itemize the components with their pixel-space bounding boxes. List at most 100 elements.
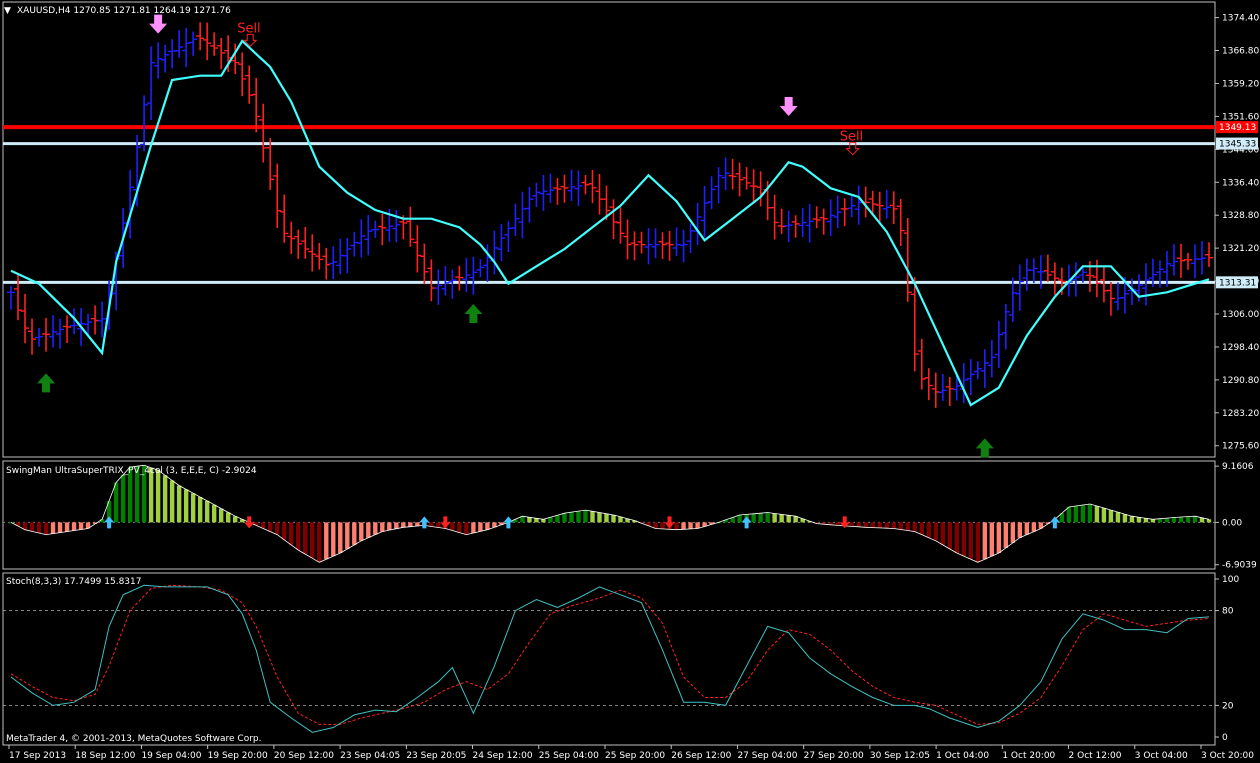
time-axis: 17 Sep 2013 18 Sep 12:00 19 Sep 04:00 19 Se… bbox=[8, 745, 1254, 761]
time-tick-label: 30 Sep 12:05 bbox=[870, 751, 930, 761]
time-tick-label: 26 Sep 12:00 bbox=[671, 751, 731, 761]
trix-bar bbox=[211, 504, 217, 523]
time-tick-label: 23 Sep 04:05 bbox=[340, 751, 400, 761]
stoch-indicator-title: Stoch(8,3,3) 17.7499 15.8317 bbox=[6, 577, 141, 587]
time-tick-label: 23 Sep 20:05 bbox=[406, 751, 466, 761]
trix-bar bbox=[408, 522, 413, 527]
trix-bar bbox=[478, 522, 483, 532]
trix-bar bbox=[1129, 516, 1135, 523]
trix-bar bbox=[29, 522, 35, 532]
trix-bar bbox=[604, 513, 609, 523]
trix-bar bbox=[120, 474, 126, 523]
time-tick-label: 3 Oct 20:00 bbox=[1201, 751, 1254, 761]
copyright-footer: MetaTrader 4, © 2001-2013, MetaQuotes So… bbox=[6, 734, 262, 744]
trix-bar bbox=[64, 522, 70, 532]
trix-bar bbox=[36, 522, 42, 533]
trix-bar bbox=[71, 522, 77, 531]
trix-tick-label: 9.1606 bbox=[1222, 462, 1254, 472]
time-tick-label: 20 Sep 12:00 bbox=[274, 751, 334, 761]
trix-bar bbox=[751, 513, 756, 523]
trix-bar bbox=[155, 470, 161, 523]
trix-bar bbox=[50, 522, 56, 534]
time-tick-label: 3 Oct 04:00 bbox=[1135, 751, 1188, 761]
trix-bar bbox=[1080, 504, 1086, 523]
trix-bar bbox=[786, 515, 791, 523]
time-tick-label: 25 Sep 04:00 bbox=[539, 751, 599, 761]
trix-bar bbox=[57, 522, 63, 533]
trix-bar bbox=[169, 480, 175, 523]
trix-bar bbox=[1066, 507, 1072, 523]
trix-bar bbox=[541, 519, 546, 523]
trix-bar bbox=[268, 522, 273, 532]
trix-bar bbox=[870, 522, 875, 528]
trix-bar bbox=[618, 516, 623, 523]
trix-bar bbox=[429, 522, 434, 527]
time-tick-label: 1 Oct 20:00 bbox=[1002, 751, 1055, 761]
time-tick-label: 1 Oct 04:00 bbox=[936, 751, 989, 761]
price-tick-label: 1374.40 bbox=[1222, 14, 1259, 24]
trix-bar bbox=[912, 522, 917, 532]
trix-bar bbox=[1024, 522, 1030, 535]
trix-bar bbox=[1101, 508, 1107, 523]
trading-chart[interactable]: 1374.401366.801359.201351.601344.001336.… bbox=[0, 0, 1260, 763]
panel-frame-1 bbox=[2, 1, 1216, 458]
trix-bar bbox=[218, 508, 224, 523]
trix-bar bbox=[583, 510, 588, 523]
trix-bar bbox=[611, 515, 616, 523]
time-tick-label: 27 Sep 04:00 bbox=[737, 751, 797, 761]
time-tick-label: 17 Sep 2013 bbox=[9, 751, 66, 761]
trix-bar bbox=[1115, 512, 1121, 523]
chart-menu-icon[interactable]: ▼ bbox=[4, 6, 11, 16]
trix-bar bbox=[989, 522, 995, 557]
trix-bar bbox=[1206, 519, 1212, 523]
price-tick-label: 1359.20 bbox=[1222, 79, 1259, 89]
price-tag-label: 1313.31 bbox=[1219, 278, 1256, 288]
trix-bar bbox=[1003, 522, 1009, 548]
trix-bar bbox=[933, 522, 938, 541]
trix-bar bbox=[289, 522, 294, 545]
price-tick-label: 1275.60 bbox=[1222, 442, 1259, 452]
trix-bar bbox=[380, 522, 385, 532]
trix-bar bbox=[891, 522, 896, 529]
price-tag-label: 1345.33 bbox=[1219, 140, 1256, 150]
stoch-tick-label: 80 bbox=[1222, 607, 1234, 617]
trix-bar bbox=[1073, 506, 1079, 523]
price-tick-label: 1321.20 bbox=[1222, 244, 1259, 254]
trix-bar bbox=[1010, 522, 1016, 543]
trix-bar bbox=[366, 522, 371, 538]
trix-bar bbox=[331, 522, 336, 557]
trix-bar bbox=[1108, 510, 1114, 523]
trix-bar bbox=[695, 522, 700, 529]
trix-bar bbox=[401, 522, 406, 528]
trix-bar bbox=[555, 515, 560, 523]
trix-bar bbox=[1087, 503, 1093, 523]
trix-bar bbox=[919, 522, 924, 535]
price-tick-label: 1336.40 bbox=[1222, 178, 1259, 188]
trix-bar bbox=[737, 515, 742, 523]
trix-bar bbox=[359, 522, 364, 541]
trix-bar bbox=[387, 522, 392, 531]
trix-bar bbox=[485, 522, 490, 530]
trix-bar bbox=[758, 513, 763, 523]
trix-bar bbox=[961, 522, 966, 557]
trix-bar bbox=[176, 485, 182, 523]
trix-bar bbox=[373, 522, 378, 535]
time-tick-label: 27 Sep 20:00 bbox=[804, 751, 864, 761]
trix-bar bbox=[856, 522, 861, 527]
trix-bar bbox=[1185, 516, 1191, 523]
trix-bar bbox=[43, 522, 49, 535]
trix-bar bbox=[1094, 506, 1100, 523]
trix-bar bbox=[225, 512, 231, 523]
trix-bar bbox=[947, 522, 952, 549]
trix-bar bbox=[674, 522, 679, 530]
trix-bar bbox=[898, 522, 903, 530]
trix-bar bbox=[569, 512, 574, 523]
trix-bar bbox=[457, 522, 462, 533]
trix-bar bbox=[877, 522, 882, 528]
price-tag-label: 1349.13 bbox=[1219, 123, 1256, 133]
panel-frame-3 bbox=[2, 572, 1216, 746]
trix-bar bbox=[660, 522, 665, 529]
trix-bar bbox=[982, 522, 988, 560]
trix-bar bbox=[849, 522, 854, 527]
trix-bar bbox=[436, 522, 441, 528]
